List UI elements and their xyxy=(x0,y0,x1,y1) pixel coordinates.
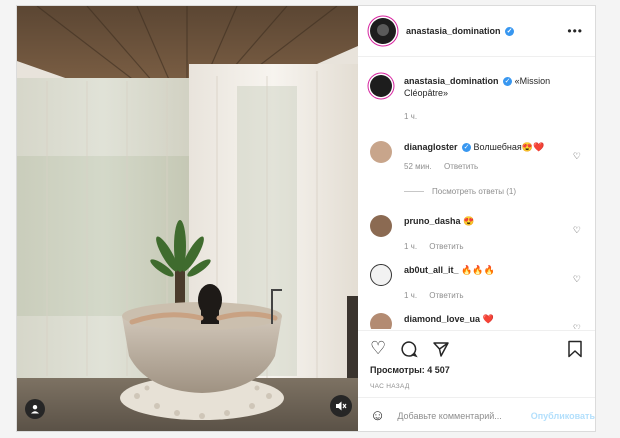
like-comment-heart-icon[interactable]: ♡ xyxy=(573,151,581,162)
save-bookmark-icon[interactable] xyxy=(567,336,583,360)
commenter-avatar[interactable] xyxy=(370,264,392,286)
caption-item: anastasia_domination ✓ «Mission Cléopâtr… xyxy=(370,75,585,135)
comment-time[interactable]: 52 мин. xyxy=(404,162,432,171)
reply-link[interactable]: Ответить xyxy=(429,291,463,300)
comments-list: anastasia_domination ✓ «Mission Cléopâtr… xyxy=(358,57,595,329)
like-comment-heart-icon[interactable]: ♡ xyxy=(573,225,581,236)
comment-username[interactable]: dianagloster xyxy=(404,142,458,152)
replies-divider xyxy=(404,191,424,192)
post-side-panel: anastasia_domination ✓ ••• anastasia_dom… xyxy=(358,6,595,431)
like-comment-heart-icon[interactable]: ♡ xyxy=(573,274,581,285)
comment-text: 😍 xyxy=(463,216,475,226)
add-comment-bar: ☺ Опубликовать xyxy=(358,397,595,433)
comment-bubble-svg xyxy=(401,341,418,358)
action-icons: ♡ xyxy=(370,336,450,360)
post-card: anastasia_domination ✓ ••• anastasia_dom… xyxy=(16,5,596,432)
commenter-avatar[interactable] xyxy=(370,313,392,329)
comment-username[interactable]: diamond_love_ua xyxy=(404,314,480,324)
share-send-svg xyxy=(433,342,449,357)
view-replies-label[interactable]: Посмотреть ответы (1) xyxy=(432,187,516,196)
post-actions: ♡ Просмотры: 4 507 ЧАС НАЗАД ☺ Добавьте … xyxy=(358,330,595,432)
comment-input[interactable] xyxy=(395,409,529,422)
caption-body: anastasia_domination ✓ «Mission Cléopâtr… xyxy=(404,75,572,123)
comment-bubble-icon[interactable] xyxy=(400,336,418,360)
views-count[interactable]: Просмотры: 4 507 xyxy=(370,365,450,375)
publish-button[interactable]: Опубликовать xyxy=(531,411,595,421)
comment-time[interactable]: 1 ч. xyxy=(404,291,417,300)
comment-text: 🔥🔥🔥 xyxy=(461,265,495,275)
comment-username[interactable]: ab0ut_all_it_ xyxy=(404,265,459,275)
author-username-wrap: anastasia_domination ✓ xyxy=(406,26,515,37)
caption-username[interactable]: anastasia_domination xyxy=(404,76,499,86)
mute-button[interactable] xyxy=(330,395,352,417)
comment-text: ❤️ xyxy=(482,314,494,324)
reply-link[interactable]: Ответить xyxy=(429,242,463,251)
video-frame xyxy=(17,6,358,431)
comment-body: dianagloster ✓ Волшебная😍❤️ 52 мин. Отве… xyxy=(404,141,572,173)
like-heart-icon[interactable]: ♡ xyxy=(370,336,386,360)
tagged-user-button[interactable] xyxy=(25,399,45,419)
bookmark-svg xyxy=(568,341,582,358)
post-video[interactable] xyxy=(17,6,358,431)
verified-check-icon: ✓ xyxy=(505,27,515,37)
comment-body: diamond_love_ua ❤️ xyxy=(404,313,572,325)
emoji-icon[interactable]: ☺ xyxy=(370,407,385,424)
verified-check-icon: ✓ xyxy=(503,77,513,87)
caption-time[interactable]: 1 ч. xyxy=(404,112,417,121)
view-replies[interactable]: Посмотреть ответы (1) xyxy=(404,187,516,196)
author-username[interactable]: anastasia_domination xyxy=(406,26,501,36)
user-icon xyxy=(31,405,39,414)
verified-check-icon: ✓ xyxy=(462,143,472,153)
comment-body: ab0ut_all_it_ 🔥🔥🔥 1 ч. Ответить xyxy=(404,264,572,302)
post-header: anastasia_domination ✓ ••• xyxy=(358,6,595,57)
commenter-avatar[interactable] xyxy=(370,215,392,237)
reply-link[interactable]: Ответить xyxy=(444,162,478,171)
comment-text: Волшебная😍❤️ xyxy=(473,142,545,152)
posted-time[interactable]: ЧАС НАЗАД xyxy=(370,383,410,390)
comment-item: ab0ut_all_it_ 🔥🔥🔥 1 ч. Ответить ♡ xyxy=(370,264,585,309)
comment-item: diamond_love_ua ❤️ ♡ xyxy=(370,313,585,329)
more-options-icon[interactable]: ••• xyxy=(567,24,583,38)
comment-body: pruno_dasha 😍 1 ч. Ответить xyxy=(404,215,572,253)
comment-item: pruno_dasha 😍 1 ч. Ответить ♡ xyxy=(370,215,585,260)
share-send-icon[interactable] xyxy=(432,336,450,360)
author-avatar[interactable] xyxy=(370,18,396,44)
caption-avatar[interactable] xyxy=(370,75,392,97)
comment-username[interactable]: pruno_dasha xyxy=(404,216,461,226)
muted-speaker-icon xyxy=(336,401,347,411)
comment-time[interactable]: 1 ч. xyxy=(404,242,417,251)
commenter-avatar[interactable] xyxy=(370,141,392,163)
like-comment-heart-icon[interactable]: ♡ xyxy=(573,323,581,329)
